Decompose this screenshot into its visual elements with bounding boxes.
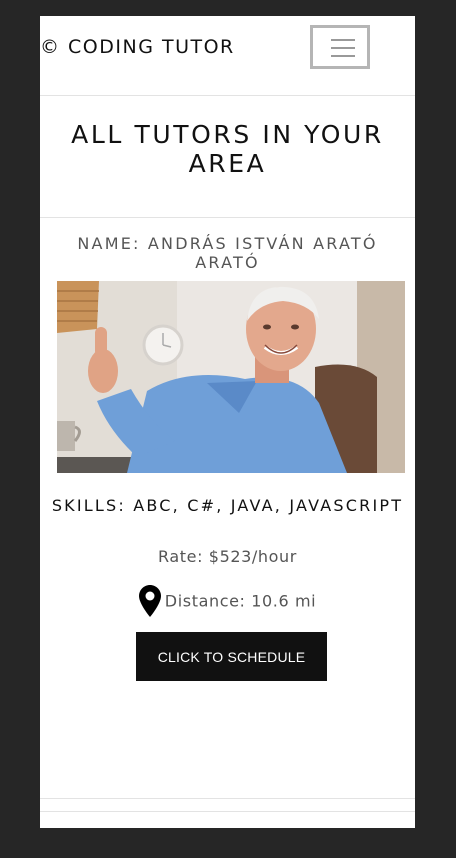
navbar: © CODING TUTOR bbox=[40, 16, 415, 96]
tutor-name: NAME: ANDRÁS ISTVÁN ARATÓ ARATÓ bbox=[77, 234, 378, 272]
section-divider bbox=[40, 811, 415, 812]
page-title: ALL TUTORS IN YOUR AREA bbox=[71, 120, 384, 178]
schedule-button[interactable]: CLICK TO SCHEDULE bbox=[136, 632, 327, 681]
tutor-photo bbox=[57, 281, 405, 473]
hamburger-menu-icon bbox=[331, 39, 355, 41]
tutor-rate: Rate: $523/hour bbox=[158, 547, 297, 566]
tutor-card: NAME: ANDRÁS ISTVÁN ARATÓ ARATÓ SKILLS: … bbox=[40, 218, 415, 799]
map-pin-icon bbox=[138, 585, 161, 617]
distance-label: Distance: 10.6 mi bbox=[164, 591, 317, 611]
title-section: ALL TUTORS IN YOUR AREA bbox=[40, 96, 415, 218]
menu-toggle-button[interactable] bbox=[310, 25, 370, 69]
brand-logo[interactable]: © CODING TUTOR bbox=[40, 36, 235, 58]
tutor-skills: SKILLS: ABC, C#, JAVA, JAVASCRIPT bbox=[51, 496, 404, 515]
app-page: © CODING TUTOR ALL TUTORS IN YOUR AREA N… bbox=[40, 16, 415, 828]
tutor-distance: Distance: 10.6 mi bbox=[40, 585, 415, 617]
